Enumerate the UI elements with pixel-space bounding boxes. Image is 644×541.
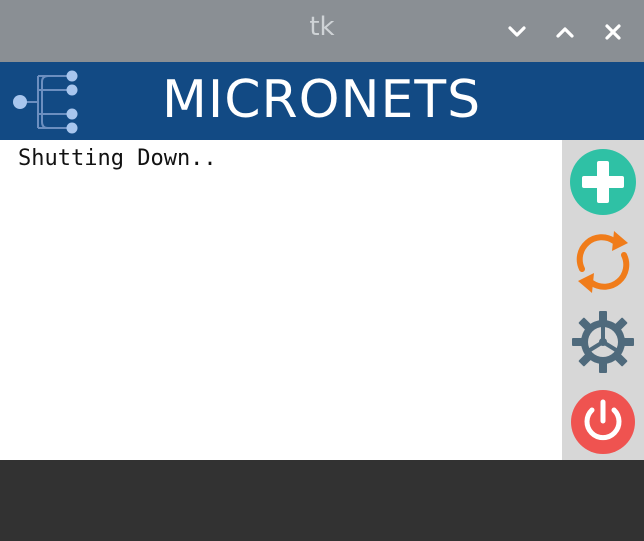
chevron-down-icon [508, 26, 526, 37]
maximize-button[interactable] [547, 14, 583, 50]
refresh-button[interactable] [567, 226, 639, 298]
close-button[interactable] [595, 14, 631, 50]
minimize-button[interactable] [499, 14, 535, 50]
gear-icon [572, 311, 634, 373]
network-tree-icon [13, 70, 78, 134]
logo [12, 68, 84, 138]
status-panel: Shutting Down.. [0, 140, 562, 460]
footer-area [0, 460, 644, 541]
add-button[interactable] [567, 146, 639, 218]
plus-circle-icon [570, 149, 636, 215]
settings-button[interactable] [567, 306, 639, 378]
status-message: Shutting Down.. [18, 146, 217, 171]
chevron-up-icon [556, 27, 574, 38]
refresh-icon [576, 231, 630, 293]
action-sidebar [562, 140, 644, 460]
power-button[interactable] [567, 386, 639, 458]
title-bar[interactable]: tk [0, 0, 644, 62]
close-icon [605, 24, 621, 40]
power-icon [571, 390, 635, 454]
header-banner: MICRONETS [0, 62, 644, 140]
app-window: tk MICRONETS Shutting Down.. [0, 0, 644, 541]
app-title: MICRONETS [162, 70, 482, 130]
